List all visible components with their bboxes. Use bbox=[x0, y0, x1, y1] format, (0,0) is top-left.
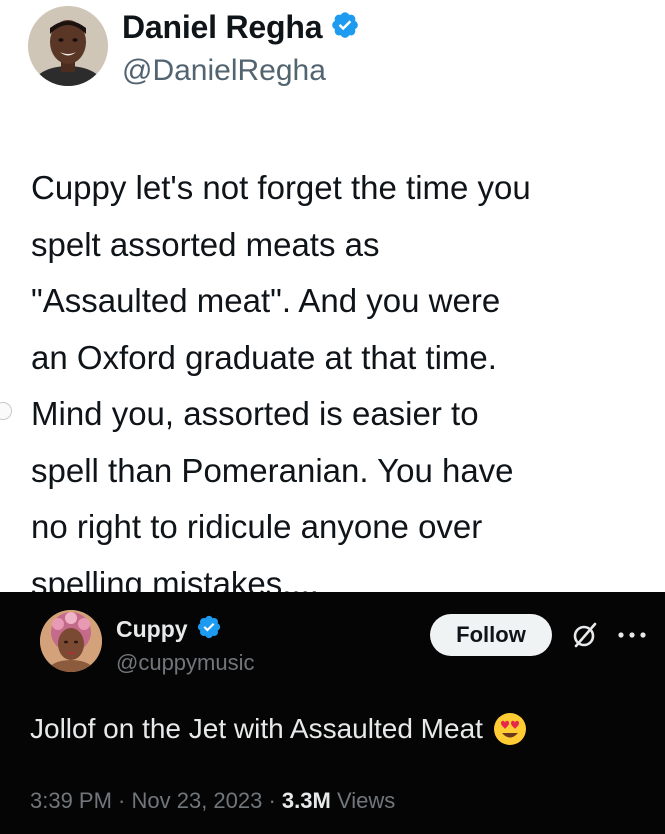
tweet-text: Cuppy let's not forget the time you spel… bbox=[31, 169, 531, 602]
tweet-text-row: Jollof on the Jet with Assaulted Meat bbox=[30, 712, 527, 746]
avatar[interactable] bbox=[40, 610, 102, 672]
heart-eyes-emoji-icon bbox=[493, 712, 527, 746]
screenshot: Daniel Regha @DanielRegha Cuppy let's no… bbox=[0, 0, 665, 834]
tweet-text: Jollof on the Jet with Assaulted Meat bbox=[30, 713, 483, 744]
verified-badge-icon bbox=[196, 614, 222, 645]
author-handle[interactable]: @DanielRegha bbox=[122, 54, 326, 88]
more-options-icon[interactable] bbox=[614, 620, 650, 650]
avatar[interactable] bbox=[28, 6, 108, 86]
author-name-row: Cuppy bbox=[116, 614, 222, 644]
views-label: Views bbox=[336, 788, 396, 813]
profile-photo bbox=[40, 610, 102, 672]
scroll-left-icon[interactable] bbox=[0, 402, 12, 420]
timestamp[interactable]: 3:39 PM · Nov 23, 2023 · bbox=[30, 788, 282, 813]
profile-photo bbox=[28, 6, 108, 86]
author-handle[interactable]: @cuppymusic bbox=[116, 650, 255, 676]
follow-button[interactable]: Follow bbox=[430, 614, 552, 656]
author-name[interactable]: Cuppy bbox=[116, 616, 188, 643]
verified-badge-icon bbox=[330, 10, 360, 45]
tweet-daniel-regha: Daniel Regha @DanielRegha Cuppy let's no… bbox=[0, 0, 665, 602]
tweet-meta: 3:39 PM · Nov 23, 2023 · 3.3M Views bbox=[30, 788, 395, 814]
author-name[interactable]: Daniel Regha bbox=[122, 9, 323, 46]
author-name-row: Daniel Regha bbox=[122, 4, 360, 50]
tweet-cuppy: Cuppy @cuppymusic Follow Jollof on the J… bbox=[0, 592, 665, 834]
grok-icon[interactable] bbox=[570, 620, 600, 650]
views-count[interactable]: 3.3M bbox=[282, 788, 331, 813]
